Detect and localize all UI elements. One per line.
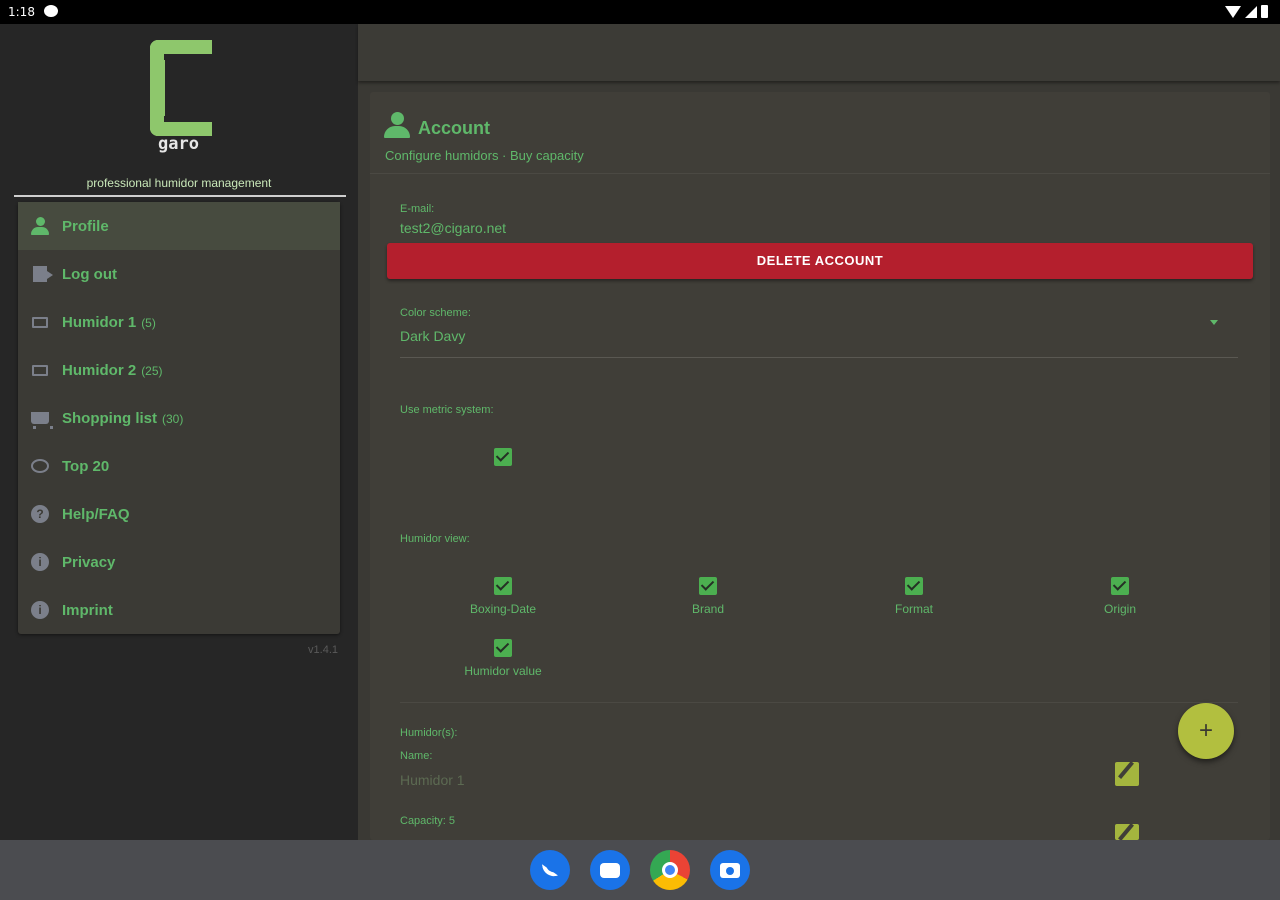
add-button[interactable]: +: [1178, 703, 1234, 759]
shopping-cart-icon: [30, 408, 53, 429]
person-icon: [30, 216, 50, 236]
chevron-down-icon[interactable]: [1210, 320, 1218, 325]
status-bar: 1:18: [0, 0, 1280, 24]
sidebar-item-label: Help/FAQ: [62, 505, 130, 523]
metric-checkbox[interactable]: [494, 448, 512, 466]
format-checkbox[interactable]: [905, 577, 923, 595]
tagline: professional humidor management: [86, 176, 272, 190]
boxing-date-checkbox[interactable]: [494, 577, 512, 595]
taskbar: [0, 840, 1280, 900]
color-scheme-label: Color scheme:: [400, 307, 471, 319]
battery-icon: [1261, 5, 1268, 18]
humidor-icon: [30, 360, 50, 380]
page-subtitle: Configure humidors · Buy capacity: [385, 148, 584, 163]
wifi-icon: [1225, 5, 1241, 18]
signal-icon: [1245, 5, 1257, 18]
top-toolbar: [358, 24, 1280, 81]
sidebar-item-label: Top 20: [62, 457, 110, 475]
edit-icon[interactable]: [1115, 762, 1139, 786]
select-underline: [400, 357, 1238, 358]
chrome-app-icon[interactable]: [650, 850, 690, 890]
sidebar-item-top-20[interactable]: Top 20: [18, 442, 340, 490]
humidor-name-input[interactable]: Humidor 1: [400, 772, 465, 788]
delete-account-button[interactable]: DELETE ACCOUNT: [387, 243, 1253, 279]
metric-label: Use metric system:: [400, 404, 494, 416]
camera-app-icon[interactable]: [710, 850, 750, 890]
origin-checkbox[interactable]: [1111, 577, 1129, 595]
app-version: v1.4.1: [308, 644, 338, 656]
brand-checkbox[interactable]: [699, 577, 717, 595]
sidebar-item-humidor-2[interactable]: Humidor 2 (25): [18, 346, 340, 394]
email-value: test2@cigaro.net: [400, 220, 507, 236]
sidebar-item-help[interactable]: ? Help/FAQ: [18, 490, 340, 538]
checkbox-label: Boxing-Date: [469, 602, 537, 616]
app-dock: [530, 850, 750, 890]
checkbox-label: Format: [894, 602, 933, 616]
capacity-label: Capacity: 5: [400, 815, 456, 827]
name-label: Name:: [400, 750, 433, 762]
card-header: Account Configure humidors · Buy capacit…: [370, 92, 1270, 174]
info-icon: i: [30, 552, 50, 572]
status-time: 1:18: [8, 5, 35, 19]
account-card: Account Configure humidors · Buy capacit…: [370, 92, 1270, 840]
sidebar-item-shopping-list[interactable]: Shopping list (30): [18, 394, 340, 442]
phone-app-icon[interactable]: [530, 850, 570, 890]
humidor-value-checkbox[interactable]: [494, 639, 512, 657]
sidebar-item-count: (5): [141, 316, 156, 330]
sidebar-item-count: (30): [162, 412, 184, 426]
help-icon: ?: [30, 504, 50, 524]
sidebar-item-label: Imprint: [62, 601, 113, 619]
sidebar: garo professional humidor management Pro…: [0, 24, 358, 840]
sidebar-item-label: Log out: [62, 265, 117, 283]
page-title: Account: [418, 118, 490, 138]
sidebar-item-label: Profile: [62, 217, 109, 235]
checkbox-label: Humidor value: [464, 664, 542, 678]
account-icon: [384, 112, 410, 140]
system-icons: [1225, 5, 1268, 18]
sidebar-item-label: Shopping list: [62, 409, 157, 427]
messages-app-icon[interactable]: [590, 850, 630, 890]
logout-icon: [30, 264, 53, 284]
smiley-icon: [30, 456, 50, 476]
humidor-icon: [30, 312, 50, 332]
humidor-view-label: Humidor view:: [400, 533, 470, 545]
sidebar-item-imprint[interactable]: i Imprint: [18, 586, 340, 634]
sidebar-item-count: (25): [141, 364, 163, 378]
info-icon: i: [30, 600, 50, 620]
color-scheme-select[interactable]: Dark Davy: [400, 328, 465, 344]
sidebar-item-logout[interactable]: Log out: [18, 250, 340, 298]
sidebar-item-profile[interactable]: Profile: [18, 202, 340, 250]
sidebar-item-label: Humidor 2: [62, 361, 137, 379]
checkbox-label: Brand: [691, 602, 725, 616]
sidebar-item-humidor-1[interactable]: Humidor 1 (5): [18, 298, 340, 346]
section-divider: [400, 702, 1238, 703]
sidebar-item-privacy[interactable]: i Privacy: [18, 538, 340, 586]
tagline-divider: [14, 195, 346, 197]
logo-text: garo: [158, 134, 199, 154]
sidebar-item-label: Humidor 1: [62, 313, 137, 331]
email-label: E-mail:: [400, 203, 435, 215]
message-notification-icon: [44, 5, 58, 17]
edit-icon[interactable]: [1115, 824, 1139, 840]
app-logo: [148, 40, 212, 138]
humidors-label: Humidor(s):: [400, 727, 458, 739]
nav-menu: Profile Log out Humidor 1 (5) Humidor 2 …: [18, 202, 340, 634]
sidebar-item-label: Privacy: [62, 553, 116, 571]
checkbox-label: Origin: [1103, 602, 1136, 616]
